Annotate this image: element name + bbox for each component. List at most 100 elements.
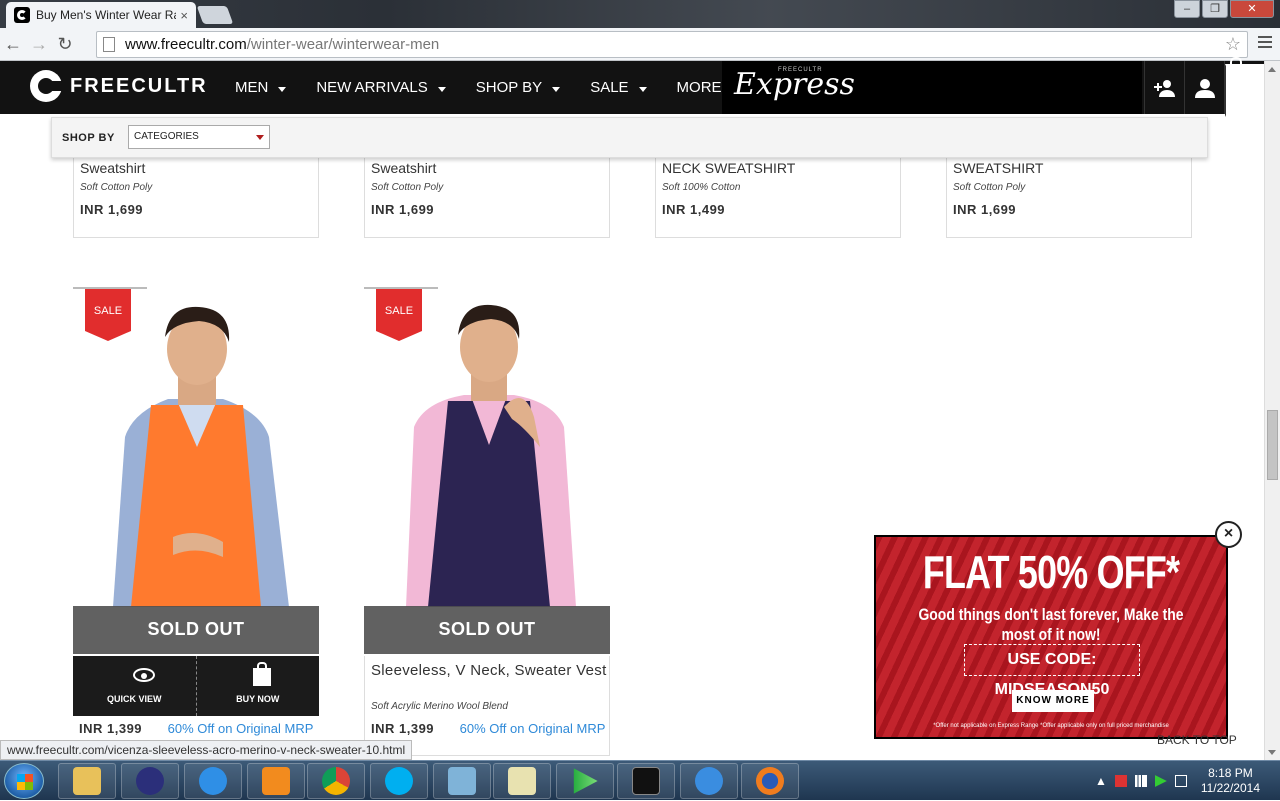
buy-now-label: BUY NOW [236,694,280,704]
window-controls: – ❐ ✕ [1172,0,1274,18]
product-name[interactable]: Sweatshirt [80,160,145,176]
bookmark-star-icon[interactable]: ☆ [1225,34,1241,55]
chrome-menu-icon[interactable] [1258,36,1272,51]
network-taskbar-button[interactable] [433,763,491,799]
site-header: FREECULTR MEN NEW ARRIVALS SHOP BY SALE … [0,57,1264,117]
buy-now-button[interactable]: BUY NOW [197,656,320,716]
nav-label: NEW ARRIVALS [316,79,428,96]
minimize-button[interactable]: – [1174,0,1200,18]
add-user-icon[interactable] [1144,61,1184,114]
account-icon[interactable] [1184,61,1224,114]
caret-down-icon [278,87,287,92]
forward-arrow-icon[interactable]: → [26,34,52,55]
explorer-taskbar-button[interactable] [58,763,116,799]
product-card[interactable]: NECK SWEATSHIRT Soft 100% Cotton INR 1,4… [655,158,901,238]
discount-text: 60% Off on Original MRP [167,721,314,736]
categories-select-value: CATEGORIES [134,131,199,142]
promo-subline: Good things don't last forever, Make the… [918,605,1184,644]
reload-icon[interactable]: ↻ [52,34,78,55]
nav-new-arrivals[interactable]: NEW ARRIVALS [316,79,446,96]
sale-tag: SALE [364,287,438,341]
know-more-button[interactable]: KNOW MORE [1012,690,1094,712]
product-card[interactable]: SWEATSHIRT Soft Cotton Poly INR 1,699 [946,158,1192,238]
quick-view-label: QUICK VIEW [106,694,162,704]
product-name[interactable]: Sleeveless, V Neck, Sweater Vest [371,662,607,679]
editor-taskbar-button[interactable] [493,763,551,799]
product-card[interactable]: Sweatshirt Soft Cotton Poly INR 1,699 [73,158,319,238]
media-player-icon [262,767,290,795]
product-fabric: Soft Cotton Poly [953,182,1026,193]
clock-date: 11/22/2014 [1200,781,1260,795]
nav-label: MORE [676,79,722,96]
express-banner[interactable]: FREECULTR Express [722,61,1142,114]
cart-button[interactable]: 0 [1224,57,1264,117]
product-card[interactable]: Sweatshirt Soft Cotton Poly INR 1,699 [364,158,610,238]
scroll-thumb[interactable] [1267,410,1278,480]
new-tab-button[interactable] [196,6,234,24]
signal-icon[interactable] [1134,775,1147,787]
quick-view-button[interactable]: QUICK VIEW [73,656,197,716]
discount-text: 60% Off on Original MRP [459,721,606,736]
eye-icon [133,668,155,682]
promo-close-button[interactable]: × [1215,521,1242,548]
nav-label: SHOP BY [475,79,543,96]
caret-down-icon [437,87,446,92]
nav-label: SALE [590,79,629,96]
tab-close-icon[interactable]: × [180,8,188,23]
categories-select[interactable]: CATEGORIES [128,125,270,149]
play-taskbar-button[interactable] [556,763,614,799]
system-clock[interactable]: 8:18 PM 11/22/2014 [1201,766,1260,796]
browser-tab[interactable]: Buy Men's Winter Wear Ra × [6,2,196,28]
product-name[interactable]: SWEATSHIRT [953,160,1044,176]
scroll-down-icon[interactable] [1268,750,1276,755]
firefox-taskbar-button[interactable] [741,763,799,799]
page-scrollbar[interactable] [1264,61,1280,761]
sale-tag: SALE [73,287,147,341]
folder-icon [73,767,101,795]
shop-by-bar: SHOP BY CATEGORIES [51,117,1208,158]
promo-popup[interactable]: FLAT 50% OFF* Good things don't last for… [874,535,1228,739]
itunes-taskbar-button[interactable] [680,763,738,799]
tray-expand-icon[interactable]: ▲ [1095,774,1107,788]
nav-sale[interactable]: SALE [590,79,647,96]
ie-taskbar-button[interactable] [184,763,242,799]
product-fabric: Soft Cotton Poly [80,182,153,193]
price-row: INR 1,399 60% Off on Original MRP [371,721,605,736]
network-error-icon[interactable] [1114,775,1127,787]
freecultr-logo[interactable]: FREECULTR [30,70,208,102]
product-price: INR 1,699 [371,202,435,217]
back-arrow-icon[interactable]: ← [0,34,26,55]
nav-men[interactable]: MEN [235,79,287,96]
power-icon[interactable] [1174,775,1187,787]
scroll-up-icon[interactable] [1268,67,1276,72]
window-close-button[interactable]: ✕ [1230,0,1274,18]
chrome-icon [322,767,350,795]
maximize-button[interactable]: ❐ [1202,0,1228,18]
windows-taskbar: ▲ 8:18 PM 11/22/2014 [0,760,1280,800]
dropdown-arrow-icon [256,135,264,140]
address-bar[interactable]: www.freecultr.com/winter-wear/winterwear… [96,31,1248,58]
shopping-bag-icon [252,662,271,686]
terminal-icon [632,767,660,795]
product-name[interactable]: NECK SWEATSHIRT [662,160,795,176]
cmd-taskbar-button[interactable] [617,763,675,799]
eclipse-taskbar-button[interactable] [121,763,179,799]
sold-out-overlay: SOLD OUT [73,606,319,654]
product-price: INR 1,499 [662,202,726,217]
skype-taskbar-button[interactable] [370,763,428,799]
back-to-top-link[interactable]: BACK TO TOP [1157,733,1237,747]
browser-status-url: www.freecultr.com/vicenza-sleeveless-acr… [0,740,413,760]
product-name[interactable]: Sweatshirt [371,160,436,176]
product-card-navy-vest[interactable]: SALE SOLD OUT Sleeveless, V Neck, Sweate… [364,287,610,757]
media-player-taskbar-button[interactable] [247,763,305,799]
url-path: /winter-wear/winterwear-men [246,36,440,53]
product-price: INR 1,699 [80,202,144,217]
play-arrow-icon [573,768,598,794]
product-card-orange-vest[interactable]: SALE SOLD OUT QUICK VIEW BUY NOW INR 1,3… [73,287,319,757]
start-button[interactable] [4,763,44,799]
system-tray: ▲ 8:18 PM 11/22/2014 [1095,761,1260,801]
flag-icon[interactable] [1154,775,1167,787]
nav-shop-by[interactable]: SHOP BY [475,79,561,96]
nav-label: MEN [235,79,269,96]
chrome-taskbar-button[interactable] [307,763,365,799]
